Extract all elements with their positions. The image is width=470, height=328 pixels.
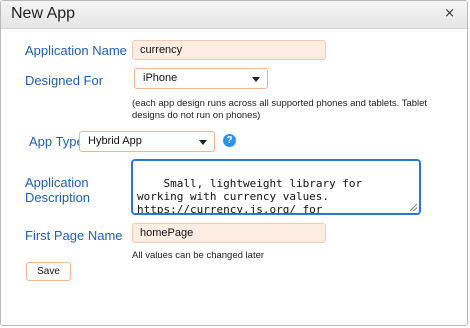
app-description-text: Small, lightweight library for working w…: [137, 177, 363, 215]
app-type-value: Hybrid App: [88, 135, 142, 147]
designed-for-select[interactable]: iPhone: [134, 68, 268, 89]
app-description-textarea[interactable]: Small, lightweight library for working w…: [131, 159, 421, 215]
app-type-label: App Type: [29, 134, 84, 149]
app-name-input[interactable]: currency: [132, 40, 326, 60]
close-icon[interactable]: ×: [444, 6, 455, 21]
resize-grip-icon[interactable]: [410, 204, 417, 211]
first-page-input[interactable]: homePage: [132, 223, 326, 243]
designed-for-note: (each app design runs across all support…: [132, 98, 428, 121]
first-page-label: First Page Name: [25, 228, 123, 243]
dialog-title: New App: [11, 5, 76, 22]
designed-for-value: iPhone: [143, 72, 178, 84]
first-page-note: All values can be changed later: [132, 250, 265, 261]
app-description-label: Application Description: [25, 175, 91, 205]
chevron-down-icon: [252, 77, 260, 82]
help-icon[interactable]: ?: [223, 134, 236, 147]
new-app-dialog: New App × Application Name currency Desi…: [0, 0, 468, 326]
dialog-titlebar: New App ×: [1, 1, 467, 29]
designed-for-label: Designed For: [25, 73, 104, 88]
app-name-label: Application Name: [25, 43, 127, 58]
app-type-select[interactable]: Hybrid App: [79, 131, 215, 152]
chevron-down-icon: [199, 140, 207, 145]
save-button[interactable]: Save: [26, 262, 71, 281]
